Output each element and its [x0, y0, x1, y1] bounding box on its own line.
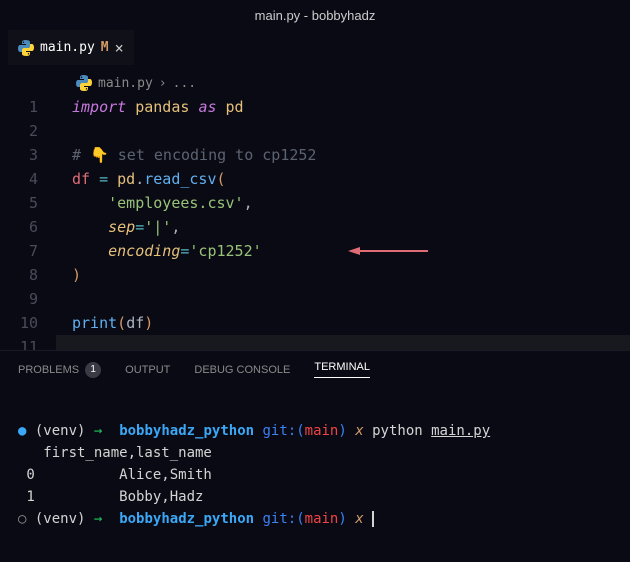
terminal-output: 0 Alice,Smith [18, 467, 212, 483]
arrow-annotation [348, 241, 428, 265]
line-number: 4 [14, 167, 38, 191]
code-line: encoding='cp1252' [56, 239, 630, 263]
code-line: import pandas as pd [56, 95, 630, 119]
breadcrumb[interactable]: main.py › ... [62, 71, 630, 95]
problems-badge: 1 [85, 362, 101, 378]
tab-problems[interactable]: PROBLEMS 1 [18, 361, 101, 378]
line-number: 1 [14, 95, 38, 119]
code-line: ) [56, 263, 630, 287]
bottom-panel: PROBLEMS 1 OUTPUT DEBUG CONSOLE TERMINAL… [0, 350, 630, 562]
tab-filename: main.py [40, 40, 95, 55]
prompt-dot-icon: ● [18, 423, 26, 439]
file-tab[interactable]: main.py M × [8, 30, 134, 65]
code-line: df = pd.read_csv( [56, 167, 630, 191]
line-number: 7 [14, 239, 38, 263]
code-line: print(df) [56, 311, 630, 335]
line-gutter: 1 2 3 4 5 6 7 8 9 10 11 [14, 95, 56, 359]
tab-modified-marker: M [101, 40, 109, 55]
tab-close-icon[interactable]: × [115, 39, 124, 57]
panel-tabs: PROBLEMS 1 OUTPUT DEBUG CONSOLE TERMINAL [0, 351, 630, 388]
python-icon [18, 40, 34, 56]
line-number: 10 [14, 311, 38, 335]
line-number: 9 [14, 287, 38, 311]
prompt-circle-icon: ○ [18, 511, 26, 527]
breadcrumb-file: main.py [98, 76, 153, 91]
breadcrumb-more: ... [173, 76, 196, 91]
titlebar: main.py - bobbyhadz [0, 0, 630, 30]
code-line [56, 287, 630, 311]
tab-terminal[interactable]: TERMINAL [314, 361, 370, 378]
breadcrumb-sep: › [159, 76, 167, 91]
code-line: # 👇 set encoding to cp1252 [56, 143, 630, 167]
tab-debug-console[interactable]: DEBUG CONSOLE [194, 361, 290, 378]
code-line: 'employees.csv', [56, 191, 630, 215]
window-title: main.py - bobbyhadz [255, 8, 376, 23]
terminal-cursor [372, 511, 382, 527]
line-number: 2 [14, 119, 38, 143]
line-number: 6 [14, 215, 38, 239]
code-line: sep='|', [56, 215, 630, 239]
tab-bar: main.py M × [0, 30, 630, 65]
line-number: 3 [14, 143, 38, 167]
terminal-output: first_name,last_name [18, 445, 212, 461]
editor[interactable]: 1 2 3 4 5 6 7 8 9 10 11 import pandas as… [0, 95, 630, 359]
terminal-content[interactable]: ● (venv) → bobbyhadz_python git:(main) x… [0, 388, 630, 562]
code-line [56, 119, 630, 143]
line-number: 8 [14, 263, 38, 287]
code-area[interactable]: import pandas as pd # 👇 set encoding to … [56, 95, 630, 359]
python-icon [76, 75, 92, 91]
terminal-output: 1 Bobby,Hadz [18, 489, 203, 505]
line-number: 5 [14, 191, 38, 215]
tab-output[interactable]: OUTPUT [125, 361, 170, 378]
